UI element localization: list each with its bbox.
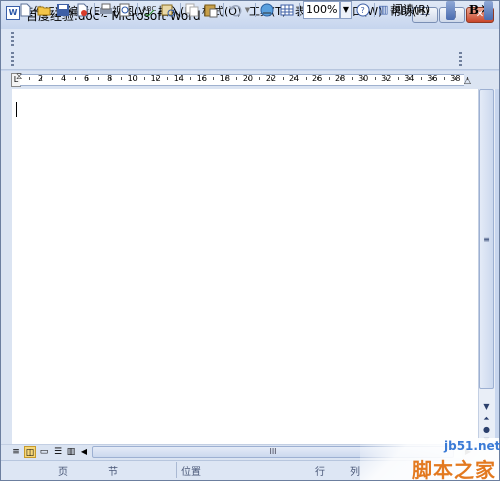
menu-grip-handle[interactable] xyxy=(11,32,14,46)
svg-text:ABC: ABC xyxy=(142,5,156,13)
watermark-url: jb51.net xyxy=(444,439,500,453)
ruler-number: 36 xyxy=(427,74,438,83)
format-toolbar-grip-handle[interactable] xyxy=(459,52,462,67)
ruler-number: 12 xyxy=(150,74,161,83)
ruler-number: 38 xyxy=(450,74,461,83)
ruler-tick xyxy=(190,77,192,80)
ruler-tick xyxy=(144,77,146,80)
new-icon[interactable] xyxy=(17,2,33,18)
ruler-tick xyxy=(351,77,353,80)
ruler-tick xyxy=(259,77,261,80)
format-toolbar-options-button[interactable] xyxy=(484,1,493,20)
ruler-number: 14 xyxy=(173,74,184,83)
status-page: 页 xyxy=(58,467,68,478)
toolbar-separator xyxy=(374,3,375,17)
ruler-number: 18 xyxy=(219,74,230,83)
ruler-number: 8 xyxy=(107,74,113,83)
spelling-icon[interactable]: ABC xyxy=(141,2,157,18)
reading-view-icon[interactable]: ▥ xyxy=(65,446,77,458)
toolbar-separator xyxy=(223,3,224,17)
table-icon[interactable] xyxy=(279,2,295,18)
status-separator xyxy=(176,462,177,478)
ruler-tick xyxy=(328,77,330,80)
ruler-tick xyxy=(167,77,169,80)
ruler-tick xyxy=(443,77,445,80)
zoom-dropdown-icon[interactable]: ▼ xyxy=(340,1,352,19)
research-icon[interactable] xyxy=(160,2,176,18)
ruler-number: 10 xyxy=(127,74,138,83)
ruler-tick xyxy=(282,77,284,80)
ruler-tick xyxy=(98,77,100,80)
ruler-tick xyxy=(397,77,399,80)
watermark-site-name: 脚本之家 xyxy=(412,458,496,482)
permission-icon[interactable] xyxy=(74,2,90,18)
ruler-tick xyxy=(305,77,307,80)
ruler-tick xyxy=(420,77,422,80)
ruler-number: 20 xyxy=(242,74,254,83)
copy-icon[interactable] xyxy=(184,2,200,18)
text-cursor xyxy=(16,102,17,117)
standard-toolbar xyxy=(1,49,499,70)
scroll-down-arrow-icon[interactable]: ▼ xyxy=(479,401,494,413)
ruler-number: 30 xyxy=(358,74,369,83)
ruler-tick xyxy=(213,77,215,80)
ruler-number: 6 xyxy=(84,74,90,83)
ruler-number: 34 xyxy=(404,74,415,83)
svg-text:?: ? xyxy=(361,6,365,15)
scroll-grip-icon: ≡ xyxy=(483,235,490,244)
toolbar-separator xyxy=(180,3,181,17)
bold-button[interactable]: B xyxy=(466,2,482,18)
ruler-number: 28 xyxy=(335,74,346,83)
menu-bar xyxy=(1,29,499,49)
document-page[interactable] xyxy=(12,89,478,444)
normal-view-icon[interactable]: ≡ xyxy=(10,446,22,458)
scroll-left-arrow-icon[interactable]: ◀ xyxy=(78,446,90,458)
help-icon[interactable]: ? xyxy=(355,2,371,18)
ruler-number: 26 xyxy=(312,74,323,83)
indent-marker-icon[interactable]: ⧖ xyxy=(16,72,22,82)
status-position: 位置 xyxy=(181,467,201,478)
ruler-number: 2 xyxy=(37,74,44,83)
read-layout-label: 阅读(R) xyxy=(391,3,431,16)
zoom-input[interactable]: 100% xyxy=(303,1,340,19)
status-section: 节 xyxy=(108,467,118,478)
status-line: 行 xyxy=(315,467,325,478)
ruler-number: 32 xyxy=(381,74,392,83)
horizontal-ruler[interactable]: 2 4 6 8 10 12 14 16 18 20 22 24 26 28 30 32 34 36 38 xyxy=(20,74,468,86)
save-icon[interactable] xyxy=(55,2,71,18)
left-margin-gutter xyxy=(1,89,12,444)
read-layout-button[interactable]: ▥ 阅读(R) xyxy=(378,2,438,18)
print-icon[interactable] xyxy=(98,2,114,18)
open-icon[interactable] xyxy=(36,2,52,18)
ruler-number: 22 xyxy=(265,74,277,83)
paste-icon[interactable] xyxy=(203,2,219,18)
toolbar-grip-handle[interactable] xyxy=(11,52,14,67)
toolbar-options-button[interactable] xyxy=(446,1,455,20)
toolbar-separator xyxy=(255,3,256,17)
undo-dropdown-icon[interactable]: ▼ xyxy=(243,2,252,18)
undo-icon[interactable] xyxy=(227,2,243,18)
toolbar-separator xyxy=(299,3,300,17)
print-view-icon[interactable]: ▭ xyxy=(38,446,50,458)
right-indent-marker-icon[interactable]: △ xyxy=(464,76,471,86)
ruler-tick xyxy=(121,77,123,80)
book-icon: ▥ xyxy=(378,3,389,16)
print-preview-icon[interactable] xyxy=(117,2,133,18)
ruler-number: 16 xyxy=(196,74,207,83)
ruler-number: 24 xyxy=(288,74,300,83)
web-view-icon[interactable]: ◫ xyxy=(24,446,36,458)
ruler-tick xyxy=(374,77,376,80)
toolbar-separator xyxy=(94,3,95,17)
ruler-tick xyxy=(28,77,30,80)
ruler-number: 4 xyxy=(61,74,67,83)
ruler-tick xyxy=(236,77,238,80)
outline-view-icon[interactable]: ☰ xyxy=(52,446,64,458)
ruler-tick xyxy=(75,77,77,80)
toolbar-separator xyxy=(137,3,138,17)
hyperlink-icon[interactable] xyxy=(259,2,275,18)
status-column: 列 xyxy=(350,467,360,478)
ruler-tick xyxy=(52,77,54,80)
